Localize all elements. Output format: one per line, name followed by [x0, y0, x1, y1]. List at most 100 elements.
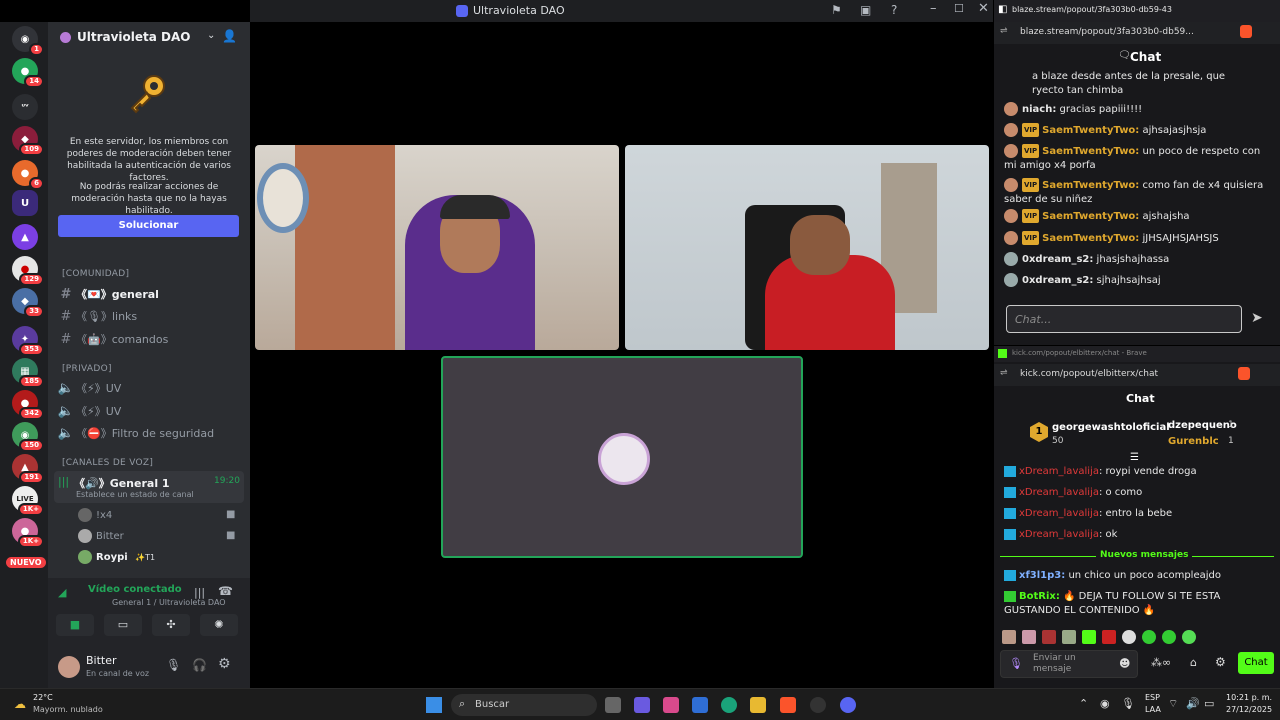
app-icon[interactable] [663, 697, 679, 713]
address-bar[interactable]: ⇌ kick.com/popout/elbitterx/chat [994, 364, 1280, 386]
clock-time[interactable]: 10:21 p. m. [1226, 693, 1272, 702]
store-icon[interactable] [692, 697, 708, 713]
voice-user[interactable]: !x4 ■ [78, 508, 238, 526]
camera-button[interactable]: ■ [56, 614, 94, 636]
wifi-icon[interactable]: ⌔ [1168, 697, 1178, 711]
server-icon[interactable]: ● 6 [12, 160, 44, 190]
send-chat-button[interactable]: Chat [1238, 652, 1274, 674]
channel-filtro[interactable]: 🔈 《⛔》Filtro de seguridad [56, 422, 246, 444]
server-icon[interactable]: ● 1K+ [12, 518, 44, 548]
emote-icon[interactable] [1122, 630, 1136, 644]
message-input[interactable]: 🎙 Enviar un mensaje ☻ [1000, 650, 1138, 678]
supporter-name[interactable]: Gurenblc [1168, 436, 1219, 447]
server-icon[interactable]: ◆ 109 [12, 126, 44, 156]
chat-username[interactable]: xDream_lavalija [1019, 529, 1099, 540]
filter-icon[interactable]: ☰ [1130, 452, 1139, 463]
new-badge[interactable]: NUEVO [6, 557, 46, 568]
chat-username[interactable]: SaemTwentyTwo: [1042, 211, 1139, 222]
emote-icon[interactable] [1022, 630, 1036, 644]
chat-username[interactable]: 0xdream_s2: [1022, 275, 1093, 286]
app-icon[interactable] [810, 697, 826, 713]
emote-icon[interactable] [1102, 630, 1116, 644]
tray-icon[interactable]: ◉ [1100, 697, 1110, 710]
task-view-icon[interactable] [605, 697, 621, 713]
emote-icon[interactable] [1042, 630, 1056, 644]
windows-start-icon[interactable] [426, 697, 442, 713]
screen-icon[interactable]: ▣ [860, 3, 871, 17]
channel-uv[interactable]: 🔈 《⚡》UV [56, 400, 246, 422]
server-icon[interactable]: U [12, 190, 38, 216]
home-icon[interactable]: ◉ 1 [12, 26, 44, 56]
edge-icon[interactable] [721, 697, 737, 713]
maximize-icon[interactable]: ☐ [954, 2, 964, 15]
emote-icon[interactable] [1002, 630, 1016, 644]
disconnect-icon[interactable]: ☎ [218, 584, 233, 598]
server-icon[interactable]: ▲ [12, 224, 38, 250]
server-icon[interactable]: ✦ 353 [12, 326, 44, 356]
microphone-icon[interactable]: 🎙 [166, 658, 181, 672]
voice-status[interactable]: Vídeo conectado [88, 584, 182, 595]
emote-icon[interactable] [1162, 630, 1176, 644]
address-bar[interactable]: ⇌ blaze.stream/popout/3fa303b0-db59... [994, 22, 1280, 44]
inbox-icon[interactable]: ⚑ [831, 3, 842, 17]
voice-path[interactable]: General 1 / Ultravioleta DAO [112, 598, 226, 607]
emote-icon[interactable] [1142, 630, 1156, 644]
server-icon[interactable]: ● 14 [12, 58, 44, 88]
gear-icon[interactable]: ⚙ [1215, 655, 1226, 669]
user-name[interactable]: Bitter [86, 654, 117, 667]
microphone-icon[interactable]: 🎙 [1121, 697, 1135, 710]
clock-date[interactable]: 27/12/2025 [1226, 705, 1272, 714]
channel-comandos[interactable]: # 《🤖》comandos [56, 328, 246, 350]
chat-input[interactable]: Chat... [1006, 305, 1242, 333]
emote-icon[interactable] [1062, 630, 1076, 644]
category-privado[interactable]: [PRIVADO] [62, 364, 112, 374]
channel-uv[interactable]: 🔈 《⚡》UV [56, 377, 246, 399]
store-icon[interactable]: ⌂ [1190, 656, 1197, 669]
emote-icon[interactable] [1082, 630, 1096, 644]
server-icon[interactable]: ᵁⱽ [12, 94, 38, 120]
server-name[interactable]: Ultravioleta DAO [77, 30, 191, 44]
tray-chevron-icon[interactable]: ⌃ [1079, 697, 1088, 710]
browser-tab[interactable]: kick.com/popout/elbitterx/chat - Brave [994, 346, 1280, 362]
channel-general[interactable]: # 《💌》general [56, 283, 246, 305]
activities-button[interactable]: ✣ [152, 614, 190, 636]
server-icon[interactable]: ▲ 191 [12, 454, 44, 484]
search-box[interactable]: ⌕ Buscar [451, 694, 597, 716]
weather-text[interactable]: Mayorm. nublado [33, 705, 103, 714]
headphones-icon[interactable]: 🎧 [192, 658, 207, 672]
server-icon[interactable]: LIVE 1K+ [12, 486, 44, 516]
chevron-down-icon[interactable]: ⌄ [207, 30, 215, 41]
battery-icon[interactable]: ▭ [1204, 697, 1214, 710]
chat-username[interactable]: xf3l1p3: [1019, 570, 1065, 581]
brave-icon[interactable] [1240, 25, 1252, 38]
users-icon[interactable]: ⁂∞ [1151, 656, 1171, 669]
category-voz[interactable]: [CANALES DE VOZ] [62, 458, 153, 468]
noise-icon[interactable]: ||| [194, 586, 205, 599]
server-icon[interactable]: ▦ 185 [12, 358, 44, 388]
chat-username[interactable]: BotRix: [1019, 591, 1060, 602]
brave-icon[interactable] [780, 697, 796, 713]
avatar[interactable] [58, 656, 80, 678]
add-member-icon[interactable]: 👤 [222, 29, 237, 43]
server-icon[interactable]: ● 129 [12, 256, 44, 286]
chat-username[interactable]: niach: [1022, 104, 1056, 115]
voice-user[interactable]: Bitter ■ [78, 529, 238, 547]
send-icon[interactable]: ➤ [1251, 310, 1263, 326]
screen-share-button[interactable]: ▭ [104, 614, 142, 636]
chat-username[interactable]: xDream_lavalija [1019, 466, 1099, 477]
discord-icon[interactable] [840, 697, 856, 713]
close-icon[interactable]: ✕ [978, 1, 989, 16]
channel-status[interactable]: Establece un estado de canal [76, 490, 194, 499]
video-tile-avatar[interactable] [441, 356, 803, 558]
lang-code[interactable]: ESP [1145, 693, 1160, 702]
chat-username[interactable]: SaemTwentyTwo: [1042, 180, 1139, 191]
mic-icon[interactable]: 🎙 [1009, 657, 1023, 670]
soundboard-button[interactable]: ✺ [200, 614, 238, 636]
chat-username[interactable]: SaemTwentyTwo: [1042, 233, 1139, 244]
browser-tab[interactable]: ◧ blaze.stream/popout/3fa303b0-db59-43ba… [994, 0, 1280, 22]
help-icon[interactable]: ? [891, 3, 897, 17]
folder-icon[interactable] [750, 697, 766, 713]
video-tile[interactable] [625, 145, 989, 350]
brave-icon[interactable] [1238, 367, 1250, 380]
emote-icon[interactable] [1182, 630, 1196, 644]
